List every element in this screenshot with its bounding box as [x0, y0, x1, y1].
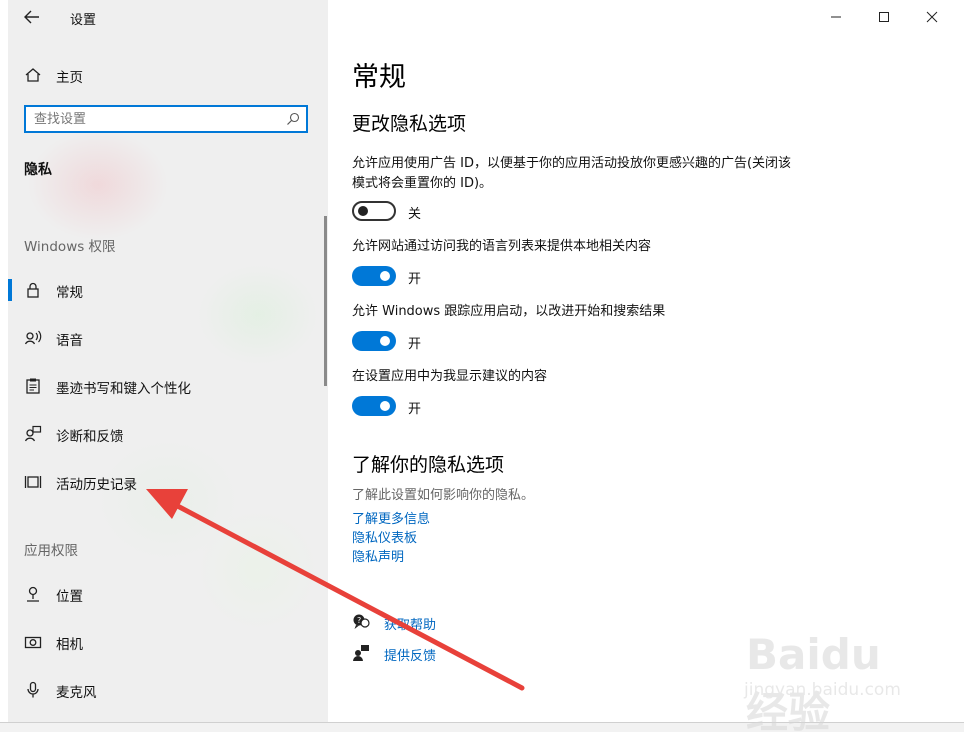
get-help-link[interactable]: 获取帮助: [384, 614, 436, 633]
link-privacy-dashboard[interactable]: 隐私仪表板: [352, 527, 417, 546]
close-button[interactable]: [908, 0, 956, 34]
feedback-person-icon: [24, 425, 42, 442]
give-feedback-row[interactable]: 提供反馈: [352, 643, 552, 665]
link-privacy-statement[interactable]: 隐私声明: [352, 546, 404, 565]
window-controls: [812, 0, 956, 34]
back-arrow-icon: [24, 10, 39, 24]
sidebar-item-location[interactable]: 位置: [8, 576, 328, 612]
help-chat-icon: ?: [353, 614, 370, 629]
toggle-switch[interactable]: [352, 331, 396, 351]
toggle-state-label: 开: [408, 272, 422, 287]
sidebar-item-label: 诊断和反馈: [56, 429, 124, 445]
sidebar: 设置 主页 隐私 Windows 权限 常规: [8, 0, 328, 722]
sidebar-item-microphone[interactable]: 麦克风: [8, 672, 328, 708]
back-button[interactable]: [22, 4, 44, 30]
timeline-icon: [24, 476, 42, 488]
camera-icon: [24, 636, 42, 649]
speech-icon: [24, 330, 42, 345]
section-heading-change: 更改隐私选项: [352, 113, 467, 135]
settings-window: 设置 主页 隐私 Windows 权限 常规: [8, 0, 956, 722]
section-heading-learn: 了解你的隐私选项: [352, 454, 505, 476]
microphone-icon: [27, 681, 39, 698]
sidebar-item-label: 活动历史记录: [56, 477, 137, 493]
maximize-button[interactable]: [860, 0, 908, 34]
sidebar-item-label: 语音: [56, 333, 83, 349]
maximize-icon: [879, 12, 889, 22]
section-title: 隐私: [24, 162, 52, 178]
sidebar-item-label: 麦克风: [56, 685, 97, 701]
give-feedback-link[interactable]: 提供反馈: [384, 645, 436, 664]
option-text-suggested-content: 在设置应用中为我显示建议的内容: [352, 369, 548, 384]
minimize-button[interactable]: [812, 0, 860, 34]
window-title: 设置: [70, 13, 97, 28]
toggle-state-label: 开: [408, 337, 422, 352]
search-icon: [287, 112, 300, 125]
sidebar-item-general[interactable]: 常规: [8, 272, 328, 308]
toggle-suggested-content[interactable]: 开: [352, 396, 472, 418]
toggle-language-list[interactable]: 开: [352, 266, 472, 288]
sidebar-item-home[interactable]: 主页: [8, 58, 328, 90]
sidebar-item-inking[interactable]: 墨迹书写和键入个性化: [8, 368, 328, 404]
learn-description: 了解此设置如何影响你的隐私。: [352, 488, 535, 503]
link-learn-more[interactable]: 了解更多信息: [352, 508, 430, 527]
group-label-apps: 应用权限: [24, 543, 78, 559]
sidebar-item-label: 常规: [56, 285, 83, 301]
main-content: 常规 更改隐私选项 允许应用使用广告 ID，以便基于你的应用活动投放你更感兴趣的…: [328, 0, 956, 722]
toggle-ad-id[interactable]: 关: [352, 201, 472, 223]
option-text-language-list: 允许网站通过访问我的语言列表来提供本地相关内容: [352, 239, 652, 254]
toggle-state-label: 开: [408, 402, 422, 417]
search-input[interactable]: [34, 110, 284, 128]
get-help-row[interactable]: ? 获取帮助: [352, 612, 552, 634]
minimize-icon: [831, 16, 841, 18]
home-icon: [25, 68, 41, 82]
toggle-switch[interactable]: [352, 266, 396, 286]
group-label-windows: Windows 权限: [24, 239, 116, 255]
sidebar-item-activity-history[interactable]: 活动历史记录: [8, 464, 328, 500]
sidebar-item-label: 位置: [56, 589, 83, 605]
clipboard-icon: [26, 378, 40, 394]
location-icon: [27, 586, 39, 602]
sidebar-item-label: 墨迹书写和键入个性化: [56, 381, 191, 397]
svg-text:?: ?: [357, 616, 361, 625]
sidebar-item-speech[interactable]: 语音: [8, 320, 328, 356]
option-text-app-launch: 允许 Windows 跟踪应用启动，以改进开始和搜索结果: [352, 304, 666, 319]
toggle-switch[interactable]: [352, 396, 396, 416]
toggle-switch[interactable]: [352, 201, 396, 221]
sidebar-item-label: 主页: [56, 70, 83, 86]
page-title: 常规: [352, 62, 406, 93]
toggle-state-label: 关: [408, 207, 422, 222]
sidebar-item-label: 相机: [56, 637, 83, 653]
sidebar-item-diagnostics[interactable]: 诊断和反馈: [8, 416, 328, 452]
close-icon: [926, 11, 938, 23]
search-box[interactable]: [24, 105, 308, 133]
feedback-icon: [353, 645, 369, 661]
sidebar-scrollbar[interactable]: [324, 216, 327, 386]
option-text-ad-id: 允许应用使用广告 ID，以便基于你的应用活动投放你更感兴趣的广告(关闭该模式将会…: [352, 156, 792, 191]
sidebar-item-camera[interactable]: 相机: [8, 624, 328, 660]
toggle-app-launch[interactable]: 开: [352, 331, 472, 353]
lock-icon: [27, 282, 39, 298]
